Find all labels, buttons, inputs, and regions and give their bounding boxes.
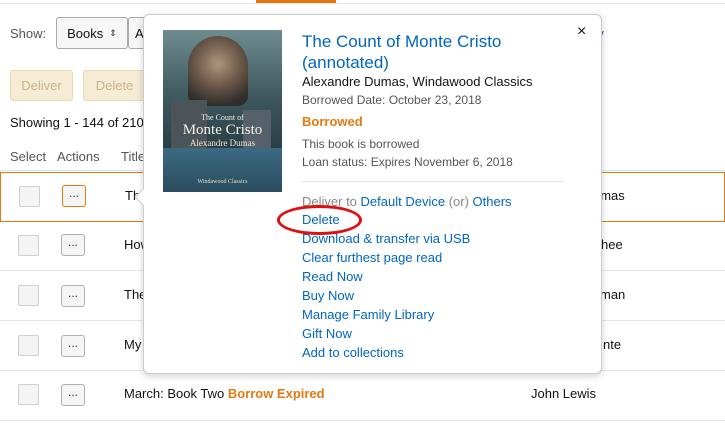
row-actions-button[interactable]: ... [61,335,85,357]
loan-status: Loan status: Expires November 6, 2018 [302,155,513,169]
row-actions-button[interactable]: ... [62,185,86,207]
borrow-status: Borrowed [302,114,363,129]
row-actions-button[interactable]: ... [61,285,85,307]
row-checkbox[interactable] [18,335,39,356]
column-header-title[interactable]: Title [121,149,145,164]
read-now-link[interactable]: Read Now [302,269,363,284]
close-icon[interactable]: × [577,23,586,41]
buy-now-link[interactable]: Buy Now [302,288,354,303]
row-author: hee [601,237,623,252]
cover-publisher: Windawood Classics [197,179,248,185]
cover-title-line1: The Count of [201,113,244,122]
row-author: nte [603,337,622,352]
row-checkbox[interactable] [18,285,39,306]
delete-button[interactable]: Delete [83,70,146,101]
show-filter: Show: Books ⇕ [10,17,128,49]
borrow-note: This book is borrowed [302,137,420,151]
top-divider [0,3,725,4]
row-title[interactable]: My [124,337,141,352]
column-header-actions: Actions [57,149,100,164]
borrowed-date: Borrowed Date: October 23, 2018 [302,93,482,107]
row-checkbox[interactable] [18,384,39,405]
row-divider [0,420,725,421]
popover-divider [302,181,564,182]
others-link[interactable]: Others [473,194,512,209]
book-cover-image: The Count of Monte Cristo Alexandre Duma… [163,30,282,192]
delete-highlight-annotation [277,205,362,235]
row-author: man [600,287,626,302]
showing-count: Showing 1 - 144 of 210 [10,115,144,130]
row-title[interactable]: March: Book Two Borrow Expired [124,386,325,401]
add-to-collections-link[interactable]: Add to collections [302,345,404,360]
table-row[interactable]: ... March: Book Two Borrow Expired John … [0,371,725,421]
borrow-expired-status: Borrow Expired [227,386,325,401]
show-label: Show: [10,25,47,41]
deliver-button[interactable]: Deliver [10,70,73,101]
default-device-link[interactable]: Default Device [361,194,446,209]
cover-portrait [188,36,248,106]
row-checkbox[interactable] [19,186,40,207]
row-actions-button[interactable]: ... [61,384,85,406]
cover-author: Alexandre Dumas [189,138,256,148]
cover-title-line2: Monte Cristo [182,122,263,138]
row-author: John Lewis [531,386,597,401]
select-arrows-icon: ⇕ [109,27,117,38]
manage-family-library-link[interactable]: Manage Family Library [302,307,434,322]
row-checkbox[interactable] [18,235,39,256]
clear-furthest-page-link[interactable]: Clear furthest page read [302,250,442,265]
book-author: Alexandre Dumas, Windawood Classics [302,74,533,89]
book-details-popover: × The Count of Monte Cristo Alexandre Du… [134,14,602,374]
row-title-text: March: Book Two [124,386,228,401]
row-actions-button[interactable]: ... [61,234,85,256]
column-header-select: Select [10,149,47,164]
content-type-value: Books [67,25,104,41]
gift-now-link[interactable]: Gift Now [302,326,352,341]
book-title-link[interactable]: The Count of Monte Cristo (annotated) [302,31,562,73]
content-type-select[interactable]: Books ⇕ [56,17,128,49]
deliver-or-label: (or) [445,194,473,209]
cover-sea [163,148,282,192]
